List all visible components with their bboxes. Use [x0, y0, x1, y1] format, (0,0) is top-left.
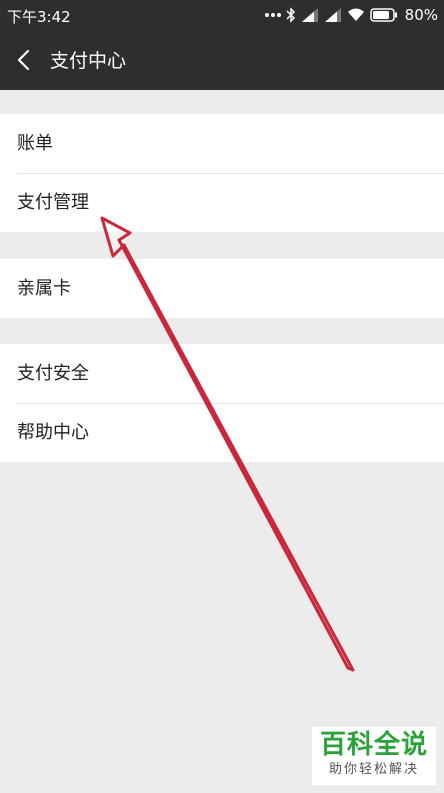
watermark-logo: 百科全说 助你轻松解决	[312, 727, 436, 785]
nav-bar: 支付中心	[0, 30, 444, 90]
watermark-title: 百科全说	[319, 730, 428, 760]
menu-item-payment-management[interactable]: 支付管理	[0, 173, 444, 232]
status-time: 下午3:42	[7, 8, 71, 26]
battery-percent: 80%	[404, 6, 438, 24]
menu-group-family: 亲属卡	[0, 259, 444, 318]
page-title: 支付中心	[50, 50, 127, 72]
menu-group-security: 支付安全 帮助中心	[0, 344, 444, 462]
chevron-left-icon[interactable]	[14, 48, 34, 72]
menu-item-bill[interactable]: 账单	[0, 114, 444, 173]
watermark-subtitle: 助你轻松解决	[328, 762, 419, 777]
menu-group-billing: 账单 支付管理	[0, 114, 444, 232]
menu-item-payment-security[interactable]: 支付安全	[0, 344, 444, 403]
signal-icon	[301, 8, 318, 22]
signal-icon	[324, 8, 341, 22]
dots-icon	[264, 13, 281, 17]
wifi-icon	[347, 8, 364, 21]
status-icons: 80%	[264, 5, 438, 25]
battery-icon	[369, 8, 397, 22]
menu-item-help-center[interactable]: 帮助中心	[0, 403, 444, 462]
status-bar: 下午3:42 80%	[0, 0, 444, 30]
menu-item-family-card[interactable]: 亲属卡	[0, 259, 444, 318]
bluetooth-icon	[286, 7, 295, 23]
